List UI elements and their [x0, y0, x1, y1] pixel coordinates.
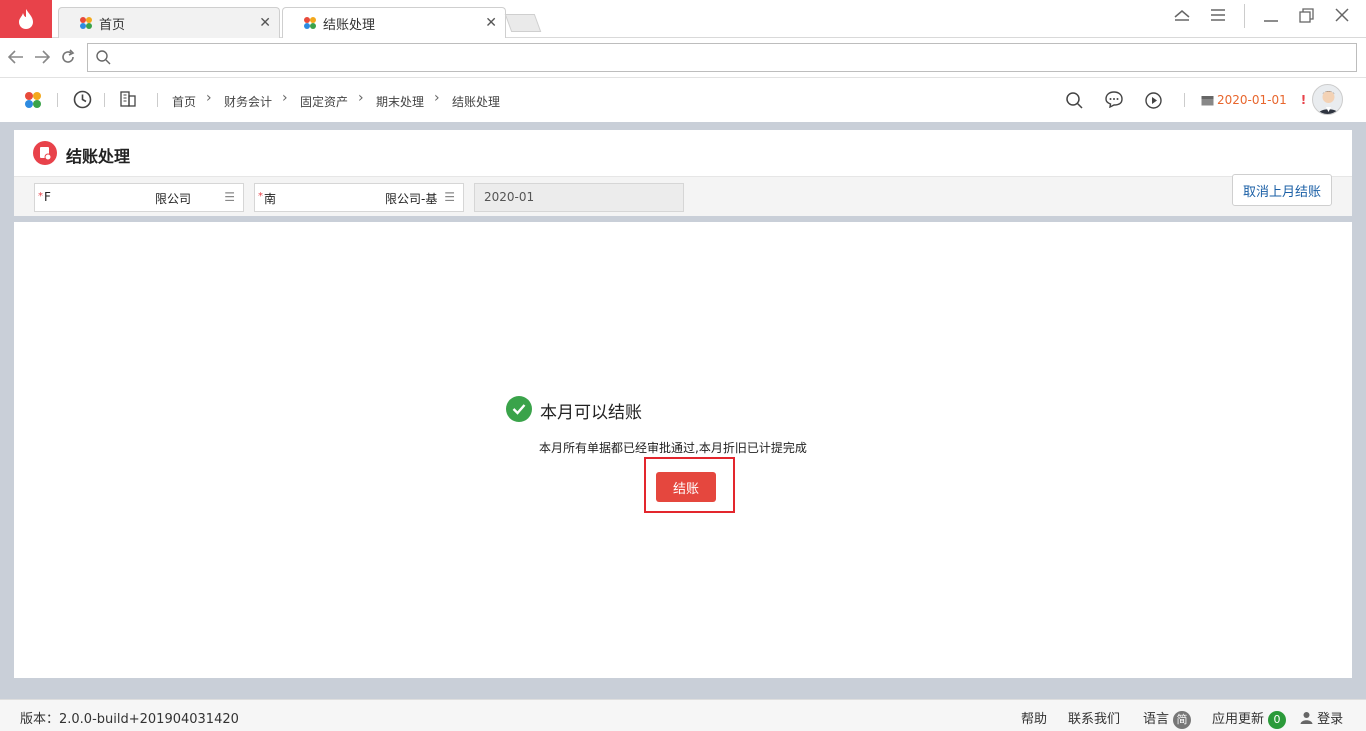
list-icon[interactable]: ☰ — [224, 190, 235, 204]
menu-icon[interactable] — [1210, 9, 1226, 21]
restore-icon[interactable] — [1299, 8, 1314, 23]
tab-closing[interactable]: 结账处理 ✕ — [282, 7, 506, 38]
flame-icon — [19, 9, 33, 29]
forward-icon[interactable] — [34, 50, 50, 64]
divider — [1184, 93, 1185, 107]
organization-field[interactable]: * F 限公司 ☰ — [34, 183, 244, 212]
login-label: 登录 — [1317, 712, 1344, 727]
period-value: 2020-01 — [484, 190, 535, 204]
help-link[interactable]: 帮助 — [1021, 708, 1047, 727]
app-header: 首页 › 财务会计 › 固定资产 › 期末处理 › 结账处理 2020-01-0… — [0, 78, 1366, 122]
result-panel: 本月可以结账 本月所有单据都已经审批通过,本月折旧已计提完成 结账 — [14, 222, 1352, 678]
user-avatar-icon — [1317, 91, 1340, 114]
status-footer: 版本：2.0.0-build+201904031420 帮助 联系我们 语言简 … — [0, 699, 1366, 731]
organization-value-start: F — [44, 190, 51, 204]
language-badge: 简 — [1173, 710, 1192, 729]
collapse-icon[interactable] — [1174, 9, 1190, 21]
minimize-icon[interactable] — [1264, 10, 1278, 22]
close-icon[interactable]: ✕ — [259, 15, 271, 31]
new-tab-button[interactable] — [504, 14, 542, 32]
asset-book-value-end: 限公司-基 — [385, 192, 438, 206]
close-window-icon[interactable] — [1335, 8, 1349, 22]
history-clock-icon[interactable] — [73, 90, 92, 109]
period-field: 2020-01 — [474, 183, 684, 212]
update-label: 应用更新 — [1212, 712, 1265, 727]
divider — [104, 93, 105, 107]
back-icon[interactable] — [8, 50, 24, 64]
required-mark: * — [258, 191, 263, 202]
breadcrumb-item[interactable]: 期末处理 — [376, 93, 424, 110]
search-icon — [96, 50, 111, 65]
check-circle-icon — [506, 396, 532, 422]
required-mark: * — [38, 191, 43, 202]
avatar[interactable] — [1312, 84, 1343, 115]
chevron-right-icon: › — [358, 90, 364, 106]
business-date[interactable]: 2020-01-01 ! — [1201, 93, 1306, 107]
page-title: 结账处理 — [66, 147, 131, 166]
tab-label: 首页 — [99, 17, 126, 33]
chevron-right-icon: › — [282, 90, 288, 106]
version-label: 版本：2.0.0-build+201904031420 — [20, 712, 239, 727]
content-frame: 结账处理 * F 限公司 ☰ * 南 限公司-基 ☰ 2020-01 取消上月结… — [0, 122, 1366, 699]
asset-book-value-start: 南 — [264, 192, 277, 206]
tab-home[interactable]: 首页 ✕ — [58, 7, 280, 38]
play-icon[interactable] — [1145, 92, 1162, 109]
user-icon — [1300, 712, 1313, 724]
business-date-value: 2020-01-01 — [1217, 93, 1287, 107]
cancel-last-month-closing-button[interactable]: 取消上月结账 — [1232, 174, 1332, 206]
app-update-link[interactable]: 应用更新 0 — [1212, 708, 1287, 729]
asset-book-field[interactable]: * 南 限公司-基 ☰ — [254, 183, 464, 212]
divider — [157, 93, 158, 107]
alert-mark: ! — [1300, 93, 1307, 107]
divider — [57, 93, 58, 107]
update-count-badge: 0 — [1268, 710, 1287, 729]
page-header: 结账处理 — [14, 130, 1352, 176]
chevron-right-icon: › — [434, 90, 440, 106]
document-badge-icon — [33, 141, 57, 165]
building-icon[interactable] — [120, 91, 136, 107]
language-label: 语言 — [1143, 712, 1170, 727]
search-icon[interactable] — [1066, 92, 1083, 109]
browser-tabbar: 首页 ✕ 结账处理 ✕ — [0, 0, 1366, 38]
filter-bar: * F 限公司 ☰ * 南 限公司-基 ☰ 2020-01 — [14, 176, 1352, 216]
close-icon[interactable]: ✕ — [485, 15, 497, 31]
organization-value-end: 限公司 — [155, 192, 192, 206]
login-link[interactable]: 登录 — [1300, 708, 1343, 727]
app-grid-icon — [80, 17, 92, 29]
breadcrumb-item[interactable]: 固定资产 — [300, 93, 348, 110]
url-input[interactable] — [87, 43, 1357, 72]
close-account-button[interactable]: 结账 — [656, 472, 716, 502]
app-grid-icon — [304, 17, 316, 29]
address-bar — [0, 38, 1366, 78]
message-icon[interactable] — [1105, 91, 1123, 108]
breadcrumb-item: 结账处理 — [452, 95, 501, 109]
breadcrumb-item[interactable]: 财务会计 — [224, 93, 272, 110]
list-icon[interactable]: ☰ — [444, 190, 455, 204]
result-description: 本月所有单据都已经审批通过,本月折旧已计提完成 — [539, 441, 807, 455]
divider — [1244, 4, 1245, 28]
refresh-icon[interactable] — [60, 49, 76, 65]
breadcrumb-item[interactable]: 首页 — [172, 93, 196, 110]
calendar-icon — [1201, 96, 1214, 106]
result-title: 本月可以结账 — [540, 403, 642, 423]
app-logo[interactable] — [0, 0, 52, 38]
tab-label: 结账处理 — [323, 17, 376, 33]
chevron-right-icon: › — [206, 90, 212, 106]
contact-link[interactable]: 联系我们 — [1068, 708, 1120, 727]
language-switch[interactable]: 语言简 — [1143, 708, 1192, 729]
app-grid-icon[interactable] — [24, 91, 42, 109]
